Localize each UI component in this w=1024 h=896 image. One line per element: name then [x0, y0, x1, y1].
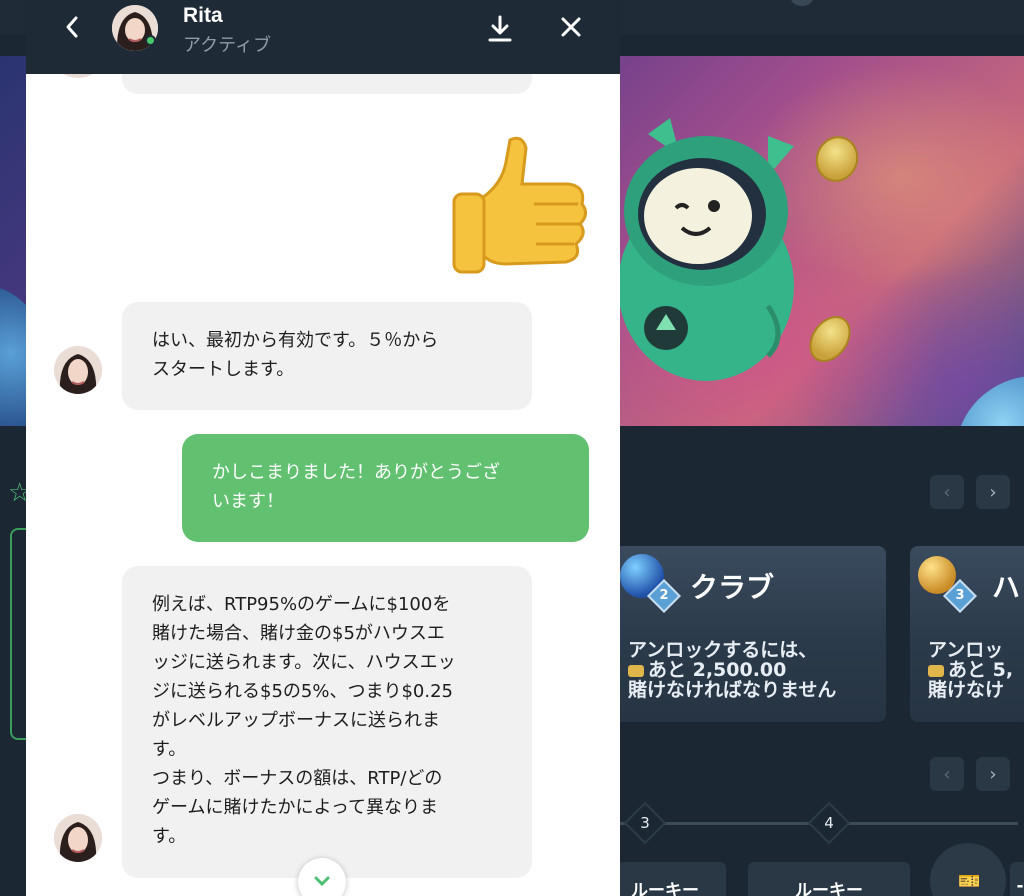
club-unlock-amount: あと 2,500.00	[628, 660, 786, 680]
chevron-left-icon[interactable]	[60, 12, 86, 42]
rank-tab[interactable]: ルーキー	[748, 862, 910, 896]
message-text: はい、最初から有効です。５％から スタートします。	[152, 330, 439, 380]
download-icon[interactable]	[486, 14, 514, 44]
chevron-down-icon	[314, 876, 330, 887]
carousel-prev-button[interactable]: ‹	[930, 475, 964, 509]
club-title: ハ	[992, 571, 1021, 604]
levels-prev-button[interactable]: ‹	[930, 757, 964, 791]
agent-avatar	[54, 346, 102, 394]
scroll-to-bottom-button[interactable]	[298, 858, 346, 896]
ticket-icon: 🎫	[958, 871, 981, 892]
message-text: 例えば、RTP95%のゲームに$100を 賭けた場合、賭け金の$5がハウスエ ッ…	[152, 594, 456, 847]
online-status-dot	[145, 35, 156, 46]
ticket-button[interactable]: 🎫	[930, 843, 1006, 896]
chat-header: Rita アクティブ	[26, 0, 620, 74]
message-text: かしこまりました！ありがとうござ います！	[212, 462, 500, 512]
rank-tab[interactable]: ルーキー	[604, 862, 726, 896]
planet-illustration	[955, 376, 1024, 426]
coin-illustration	[800, 308, 860, 370]
rank-tab[interactable]: -	[1010, 862, 1024, 896]
agent-message: 例えば、RTP95%のゲームに$100を 賭けた場合、賭け金の$5がハウスエ ッ…	[122, 566, 532, 878]
club-unlock-text: アンロックするには、	[628, 639, 818, 661]
coin-illustration	[809, 130, 865, 188]
support-chat-panel: はい、最初から有効です。５％から スタートします。 かしこまりました！ありがとう…	[26, 0, 620, 896]
coin-icon	[928, 664, 944, 677]
carousel-next-button[interactable]: ›	[976, 475, 1010, 509]
agent-avatar	[54, 814, 102, 862]
agent-status: アクティブ	[183, 35, 272, 56]
astronaut-mascot-illustration	[618, 118, 794, 381]
club-unlock-text: 賭けなけ	[928, 679, 1005, 701]
club-title: クラブ	[690, 571, 775, 604]
agent-name: Rita	[183, 4, 223, 27]
club-unlock-text: 賭けなければなりません	[628, 679, 837, 701]
club-card[interactable]: 2 クラブ アンロックするには、 あと 2,500.00 賭けなければなりません	[600, 546, 886, 722]
club-unlock-amount: あと 5,	[928, 660, 1013, 680]
user-message: かしこまりました！ありがとうござ います！	[182, 434, 589, 542]
thumbs-up-icon	[452, 136, 587, 274]
level-number: 4	[824, 814, 834, 832]
levels-next-button[interactable]: ›	[976, 757, 1010, 791]
club-card[interactable]: 3 ハ アンロッ あと 5, 賭けなけ	[910, 546, 1024, 722]
agent-message: はい、最初から有効です。５％から スタートします。	[122, 302, 532, 410]
close-icon[interactable]	[558, 14, 584, 40]
coin-icon	[628, 664, 644, 677]
club-unlock-text: アンロッ	[928, 639, 1004, 661]
level-number: 3	[640, 814, 650, 832]
